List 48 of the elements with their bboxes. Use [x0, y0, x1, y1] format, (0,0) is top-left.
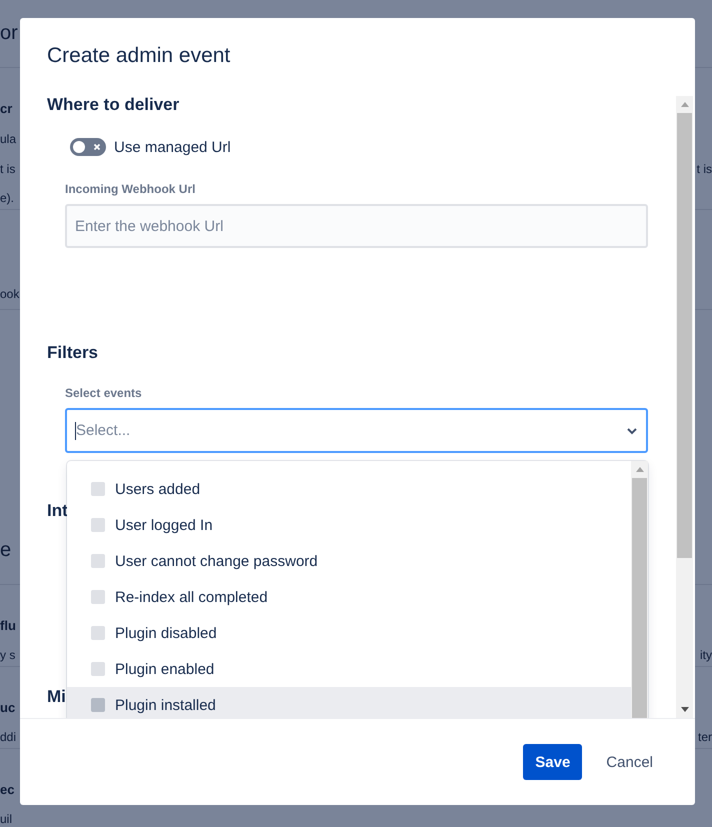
- webhook-url-field[interactable]: Enter the webhook Url: [65, 204, 648, 248]
- background-text: or: [0, 22, 18, 45]
- checkbox[interactable]: [91, 482, 105, 496]
- section-heading: Mi: [47, 686, 66, 708]
- select-placeholder: Select...: [76, 422, 132, 439]
- background-text: y s: [0, 648, 16, 662]
- field-label: Select events: [65, 386, 142, 400]
- chevron-down-icon: [626, 426, 638, 434]
- toggle-label: Use managed Url: [114, 138, 231, 156]
- checkbox[interactable]: [91, 626, 105, 640]
- event-option[interactable]: Users added: [67, 471, 631, 507]
- background-text: e: [0, 539, 12, 562]
- toggle-switch[interactable]: [70, 138, 106, 156]
- background-text: uil: [0, 812, 12, 826]
- checkbox[interactable]: [91, 590, 105, 604]
- background-text: uc: [0, 700, 16, 715]
- field-label: Incoming Webhook Url: [65, 182, 196, 196]
- checkbox[interactable]: [91, 698, 105, 712]
- background-text: ula: [0, 132, 16, 146]
- checkbox[interactable]: [91, 662, 105, 676]
- background-text: ddi: [0, 730, 16, 744]
- event-option[interactable]: User logged In: [67, 507, 631, 543]
- background-text: ity: [700, 648, 712, 662]
- checkbox[interactable]: [91, 518, 105, 532]
- save-button[interactable]: Save: [523, 744, 582, 780]
- background-text: t is: [696, 162, 712, 176]
- background-text: t is: [0, 162, 16, 176]
- event-option[interactable]: Plugin disabled: [67, 615, 631, 651]
- cross-icon: [93, 143, 101, 151]
- checkbox[interactable]: [91, 554, 105, 568]
- events-select[interactable]: Select...: [65, 408, 648, 453]
- section-heading: Where to deliver: [47, 94, 180, 116]
- event-option[interactable]: Plugin enabled: [67, 651, 631, 687]
- background-text: flu: [0, 618, 16, 633]
- cancel-button[interactable]: Cancel: [594, 744, 665, 780]
- event-option[interactable]: Re-index all completed: [67, 579, 631, 615]
- background-text: ter: [698, 730, 712, 744]
- section-heading: Int: [47, 500, 68, 522]
- background-text: ook: [0, 287, 20, 301]
- event-option[interactable]: Plugin installed: [67, 687, 631, 718]
- background-text: ec: [0, 782, 14, 797]
- scrollbar[interactable]: [676, 96, 693, 718]
- scrollbar[interactable]: [631, 461, 648, 718]
- modal-title: Create admin event: [47, 44, 230, 67]
- section-heading: Filters: [47, 342, 98, 364]
- background-text: e).: [0, 191, 14, 205]
- background-text: cr: [0, 101, 12, 116]
- event-option[interactable]: User cannot change password: [67, 543, 631, 579]
